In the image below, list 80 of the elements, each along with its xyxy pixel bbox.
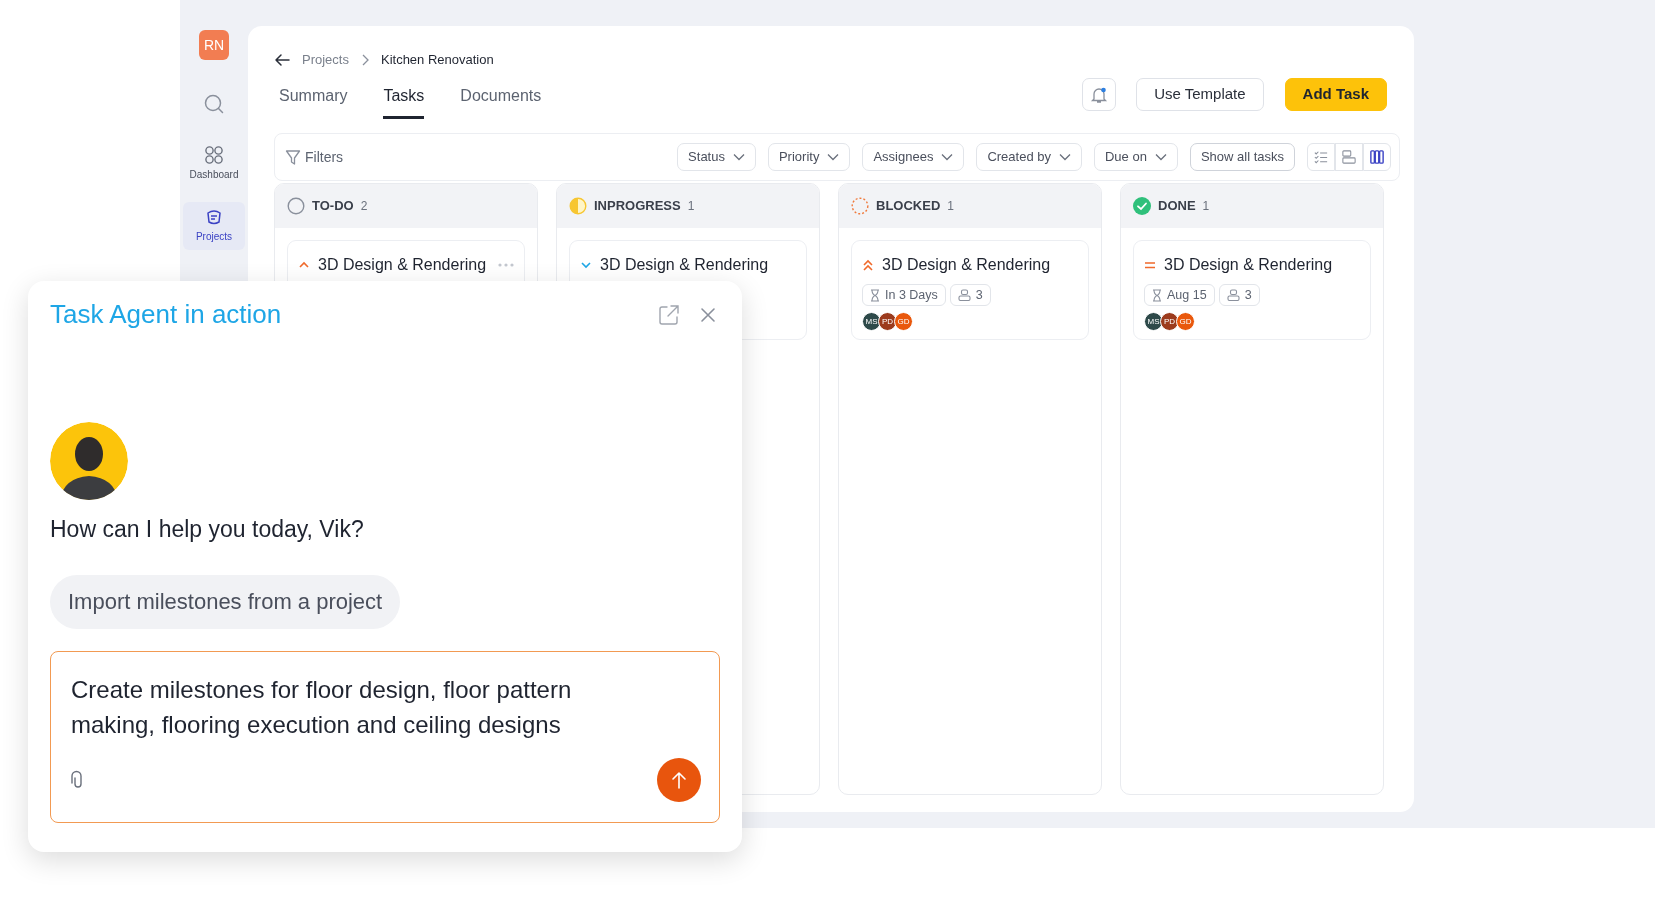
chevron-down-icon	[1059, 153, 1071, 161]
view-toggle[interactable]	[1363, 143, 1391, 171]
column-title: TO-DO	[312, 197, 354, 216]
equals-icon	[1144, 259, 1156, 271]
task-title: 3D Design & Rendering	[1164, 255, 1333, 275]
close-icon[interactable]	[700, 306, 716, 323]
columns-icon	[1370, 149, 1384, 165]
assignee-avatar: GD	[894, 312, 913, 331]
breadcrumb-link[interactable]: Projects	[302, 50, 349, 70]
notification-button[interactable]	[1082, 78, 1117, 111]
chevron-down-icon	[732, 153, 745, 161]
double-chevron-up-icon	[862, 259, 874, 271]
chevron-down-icon	[827, 153, 840, 161]
status-empty-icon	[287, 197, 305, 215]
bell-icon	[1090, 85, 1109, 104]
column-count: 2	[360, 198, 368, 215]
filter-dropdown[interactable]: Priority	[767, 143, 851, 171]
filter-dropdown[interactable]: Due on	[1094, 143, 1178, 171]
chevron-down-icon	[1154, 153, 1167, 161]
tab[interactable]: Tasks	[383, 78, 425, 119]
filters-label: Filters	[305, 147, 344, 167]
external-link-icon[interactable]	[658, 303, 680, 326]
filter-dropdown[interactable]: Assignees	[862, 143, 965, 171]
greeting-text: How can I help you today, Vik?	[50, 515, 365, 544]
sidebar-item[interactable]: Projects	[183, 202, 245, 250]
filter-icon	[285, 148, 301, 166]
assignee-avatar: PD	[1160, 312, 1179, 331]
column-count: 1	[687, 198, 695, 215]
filter-dropdown[interactable]: Status	[677, 143, 756, 171]
due-chip: In 3 Days	[862, 284, 946, 306]
projects-icon	[205, 208, 223, 226]
send-button[interactable]	[657, 757, 701, 802]
task-title: 3D Design & Rendering	[882, 255, 1051, 275]
column-title: DONE	[1158, 197, 1196, 216]
view-toggle[interactable]	[1307, 143, 1335, 171]
task-card[interactable]: 3D Design & Rendering Aug 15 3 MS PD GD	[1133, 240, 1371, 340]
arrow-up-icon	[671, 770, 687, 789]
task-card[interactable]: 3D Design & Rendering In 3 Days 3 MS PD GD	[851, 240, 1089, 340]
layout-rows-icon	[1342, 149, 1356, 165]
breadcrumb-current: Kitchen Renovation	[380, 51, 494, 70]
column-count: 1	[947, 198, 954, 215]
panel-title: Task Agent in action	[50, 298, 282, 331]
column-title: INPROGRESS	[594, 197, 681, 216]
assignee-avatar: MS	[1144, 312, 1163, 331]
attachment-icon[interactable]	[71, 769, 85, 790]
show-all-button[interactable]: Show all tasks	[1189, 143, 1295, 171]
add-task-button[interactable]: Add Task	[1284, 78, 1387, 111]
dashboard-icon	[205, 146, 223, 164]
due-chip: Aug 15	[1144, 284, 1215, 306]
tab[interactable]: Summary	[279, 78, 348, 119]
assignee-chip: 3	[1218, 284, 1260, 306]
status-dashed-icon	[851, 197, 869, 215]
message-composer[interactable]: Create milestones for floor design, floor pattern making, flooring execution and ceiling designs	[50, 650, 720, 823]
more-icon[interactable]	[498, 263, 514, 267]
assignee-avatar: PD	[878, 312, 897, 331]
column-count: 1	[1202, 198, 1210, 215]
tab[interactable]: Documents	[460, 78, 542, 119]
person-icon	[957, 289, 971, 301]
person-icon	[1226, 289, 1240, 301]
chevron-down-icon	[580, 259, 592, 271]
assignee-avatar: MS	[862, 312, 881, 331]
task-title: 3D Design & Rendering	[318, 255, 487, 275]
hourglass-icon	[1152, 288, 1162, 302]
suggestion-chip[interactable]: Import milestones from a project	[50, 574, 401, 629]
back-arrow-icon[interactable]	[274, 53, 290, 67]
checklist-icon	[1314, 150, 1328, 164]
task-title: 3D Design & Rendering	[600, 255, 769, 275]
status-half-icon	[569, 197, 587, 215]
hourglass-icon	[870, 288, 880, 302]
filter-dropdown[interactable]: Created by	[976, 143, 1082, 171]
sidebar-item[interactable]: Dashboard	[183, 140, 245, 188]
chevron-right-icon	[360, 54, 369, 66]
assignee-avatar: GD	[1176, 312, 1195, 331]
assignee-chip: 3	[949, 284, 991, 306]
column-title: BLOCKED	[876, 197, 941, 216]
view-toggle[interactable]	[1335, 143, 1363, 171]
search-icon[interactable]	[204, 94, 224, 114]
chevron-down-icon	[941, 153, 954, 161]
template-button[interactable]: Use Template	[1136, 78, 1264, 111]
status-check-icon	[1133, 197, 1151, 215]
